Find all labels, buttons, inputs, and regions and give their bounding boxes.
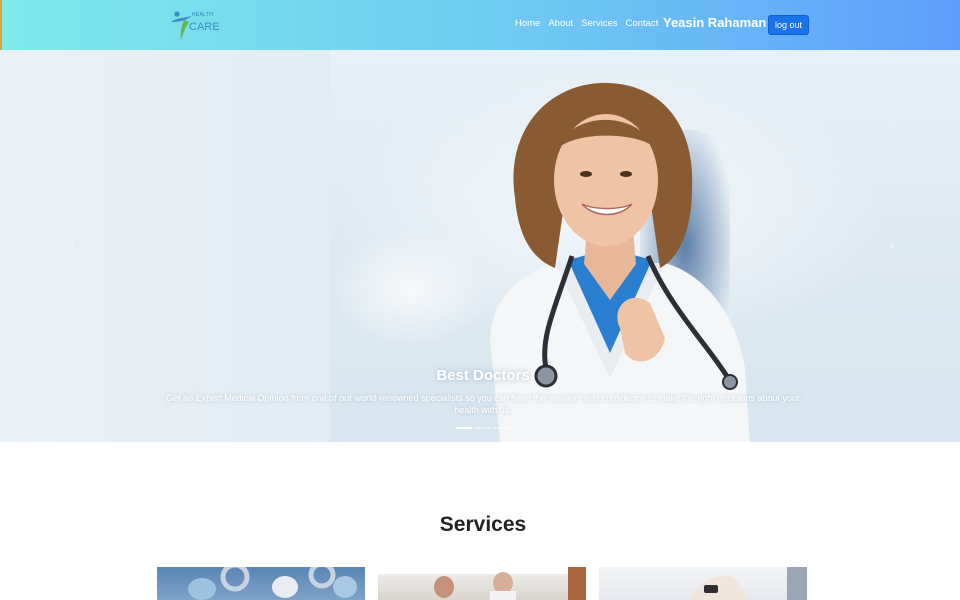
hero-carousel: ‹ › Best Doctors Get an Expert Medical O… xyxy=(0,50,960,442)
logout-button[interactable]: log out xyxy=(768,15,809,35)
nav-link-about[interactable]: About xyxy=(548,18,573,30)
carousel-indicator[interactable] xyxy=(494,427,510,429)
services-heading: Services xyxy=(439,513,527,536)
navbar: HEALTH CARE Home About Services Contact … xyxy=(0,0,960,50)
carousel-indicator[interactable] xyxy=(475,427,491,429)
carousel-indicator[interactable] xyxy=(456,427,472,429)
hero-caption-title: Best Doctors xyxy=(436,367,530,384)
brand-large-text: CARE xyxy=(189,21,220,33)
main-nav: Home About Services Contact xyxy=(515,18,666,30)
hero-caption: Best Doctors Get an Expert Medical Opini… xyxy=(160,367,806,416)
service-card-hospital-image[interactable] xyxy=(378,567,586,600)
carousel-indicators xyxy=(456,427,510,429)
service-card-care-image[interactable] xyxy=(599,567,807,600)
nav-link-contact[interactable]: Contact xyxy=(626,18,659,30)
surgery-image xyxy=(188,567,357,600)
carousel-prev-icon[interactable]: ‹ xyxy=(65,237,81,253)
brand-logo[interactable]: HEALTH CARE xyxy=(170,10,220,42)
brand-small-text: HEALTH xyxy=(192,12,214,18)
carousel-next-icon[interactable]: › xyxy=(884,237,900,253)
service-card-surgery-image[interactable] xyxy=(157,567,365,600)
hospital-image xyxy=(378,567,586,600)
nav-link-home[interactable]: Home xyxy=(515,18,540,30)
hero-caption-text: Get an Expert Medical Opinion from one o… xyxy=(166,393,800,415)
care-image xyxy=(689,567,807,600)
user-name: Yeasin Rahaman xyxy=(663,15,767,30)
nav-link-services[interactable]: Services xyxy=(581,18,617,30)
